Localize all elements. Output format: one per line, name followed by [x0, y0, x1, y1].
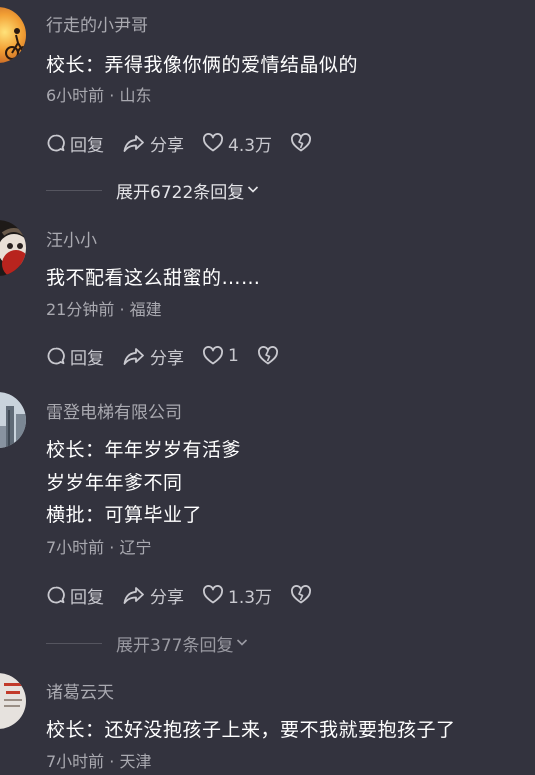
dislike-button[interactable] [290, 585, 312, 605]
reply-label: 回复 [70, 135, 104, 156]
like-button[interactable]: 1.3万 [202, 583, 272, 608]
like-button[interactable]: 1 [202, 346, 239, 366]
comment-actions: 回复 分享 1 [46, 344, 297, 369]
comment-meta: 7小时前 · 天津 [46, 752, 152, 771]
expand-replies-button[interactable]: 展开377条回复 [46, 632, 248, 656]
comment-line: 横批：可算毕业了 [46, 504, 203, 526]
comment-meta: 6小时前 · 山东 [46, 86, 152, 105]
like-count: 1.3万 [228, 587, 273, 608]
expand-replies-label: 展开377条回复 [116, 635, 234, 656]
share-arrow-icon [122, 346, 146, 366]
share-label: 分享 [150, 587, 184, 608]
comment-meta: 21分钟前 · 福建 [46, 300, 162, 319]
heart-icon [202, 585, 224, 605]
share-button[interactable]: 分享 [122, 131, 184, 156]
share-arrow-icon [122, 585, 146, 605]
username[interactable]: 行走的小尹哥 [46, 15, 148, 37]
chevron-down-icon [236, 633, 248, 653]
comment-text: 校长：还好没抱孩子上来，要不我就要抱孩子了 [46, 714, 456, 747]
share-label: 分享 [150, 135, 184, 156]
avatar[interactable] [0, 673, 26, 729]
broken-heart-icon [290, 133, 312, 153]
comment-actions: 回复 分享 1.3万 [46, 583, 330, 608]
avatar[interactable] [0, 392, 26, 448]
expand-replies-button[interactable]: 展开6722条回复 [46, 179, 259, 203]
divider [46, 642, 102, 644]
comment-line: 岁岁年年爹不同 [46, 471, 183, 494]
share-button[interactable]: 分享 [122, 583, 184, 608]
comment-list: 行走的小尹哥 校长：弄得我像你俩的爱情结晶似的 6小时前 · 山东 回复 分享 [0, 0, 535, 775]
avatar[interactable] [0, 220, 26, 276]
like-count: 1 [228, 346, 239, 366]
comment-line: 校长：还好没抱孩子上来，要不我就要抱孩子了 [46, 719, 456, 741]
comment-text: 校长：弄得我像你俩的爱情结晶似的 [46, 49, 358, 82]
divider [46, 189, 102, 191]
broken-heart-icon [290, 585, 312, 605]
comment-text: 校长：年年岁岁有活爹 岁岁年年爹不同 横批：可算毕业了 [46, 434, 241, 532]
share-label: 分享 [150, 348, 184, 369]
heart-icon [202, 133, 224, 153]
dislike-button[interactable] [257, 346, 279, 366]
like-count: 4.3万 [228, 135, 273, 156]
comment-bubble-icon [46, 346, 66, 366]
comment-bubble-icon [46, 133, 66, 153]
share-button[interactable]: 分享 [122, 344, 184, 369]
reply-button[interactable]: 回复 [46, 583, 104, 608]
avatar[interactable] [0, 7, 26, 63]
comment-bubble-icon [46, 585, 66, 605]
chevron-down-icon [247, 180, 259, 200]
username[interactable]: 雷登电梯有限公司 [46, 402, 182, 424]
reply-button[interactable]: 回复 [46, 131, 104, 156]
comment-line: 校长：弄得我像你俩的爱情结晶似的 [46, 54, 359, 76]
username[interactable]: 汪小小 [46, 230, 97, 252]
comment-actions: 回复 分享 4.3万 [46, 131, 330, 156]
expand-replies-label: 展开6722条回复 [116, 182, 245, 203]
reply-label: 回复 [70, 587, 104, 608]
comment-text: 我不配看这么甜蜜的…… [46, 262, 261, 295]
share-arrow-icon [122, 133, 146, 153]
username[interactable]: 诸葛云天 [46, 682, 114, 704]
heart-icon [202, 346, 224, 366]
broken-heart-icon [257, 346, 279, 366]
comment-meta: 7小时前 · 辽宁 [46, 538, 152, 557]
reply-label: 回复 [70, 348, 104, 369]
reply-button[interactable]: 回复 [46, 344, 104, 369]
comment-line: 校长：年年岁岁有活爹 [46, 439, 242, 461]
like-button[interactable]: 4.3万 [202, 131, 272, 156]
dislike-button[interactable] [290, 133, 312, 153]
comment-line: 我不配看这么甜蜜的…… [46, 267, 261, 289]
